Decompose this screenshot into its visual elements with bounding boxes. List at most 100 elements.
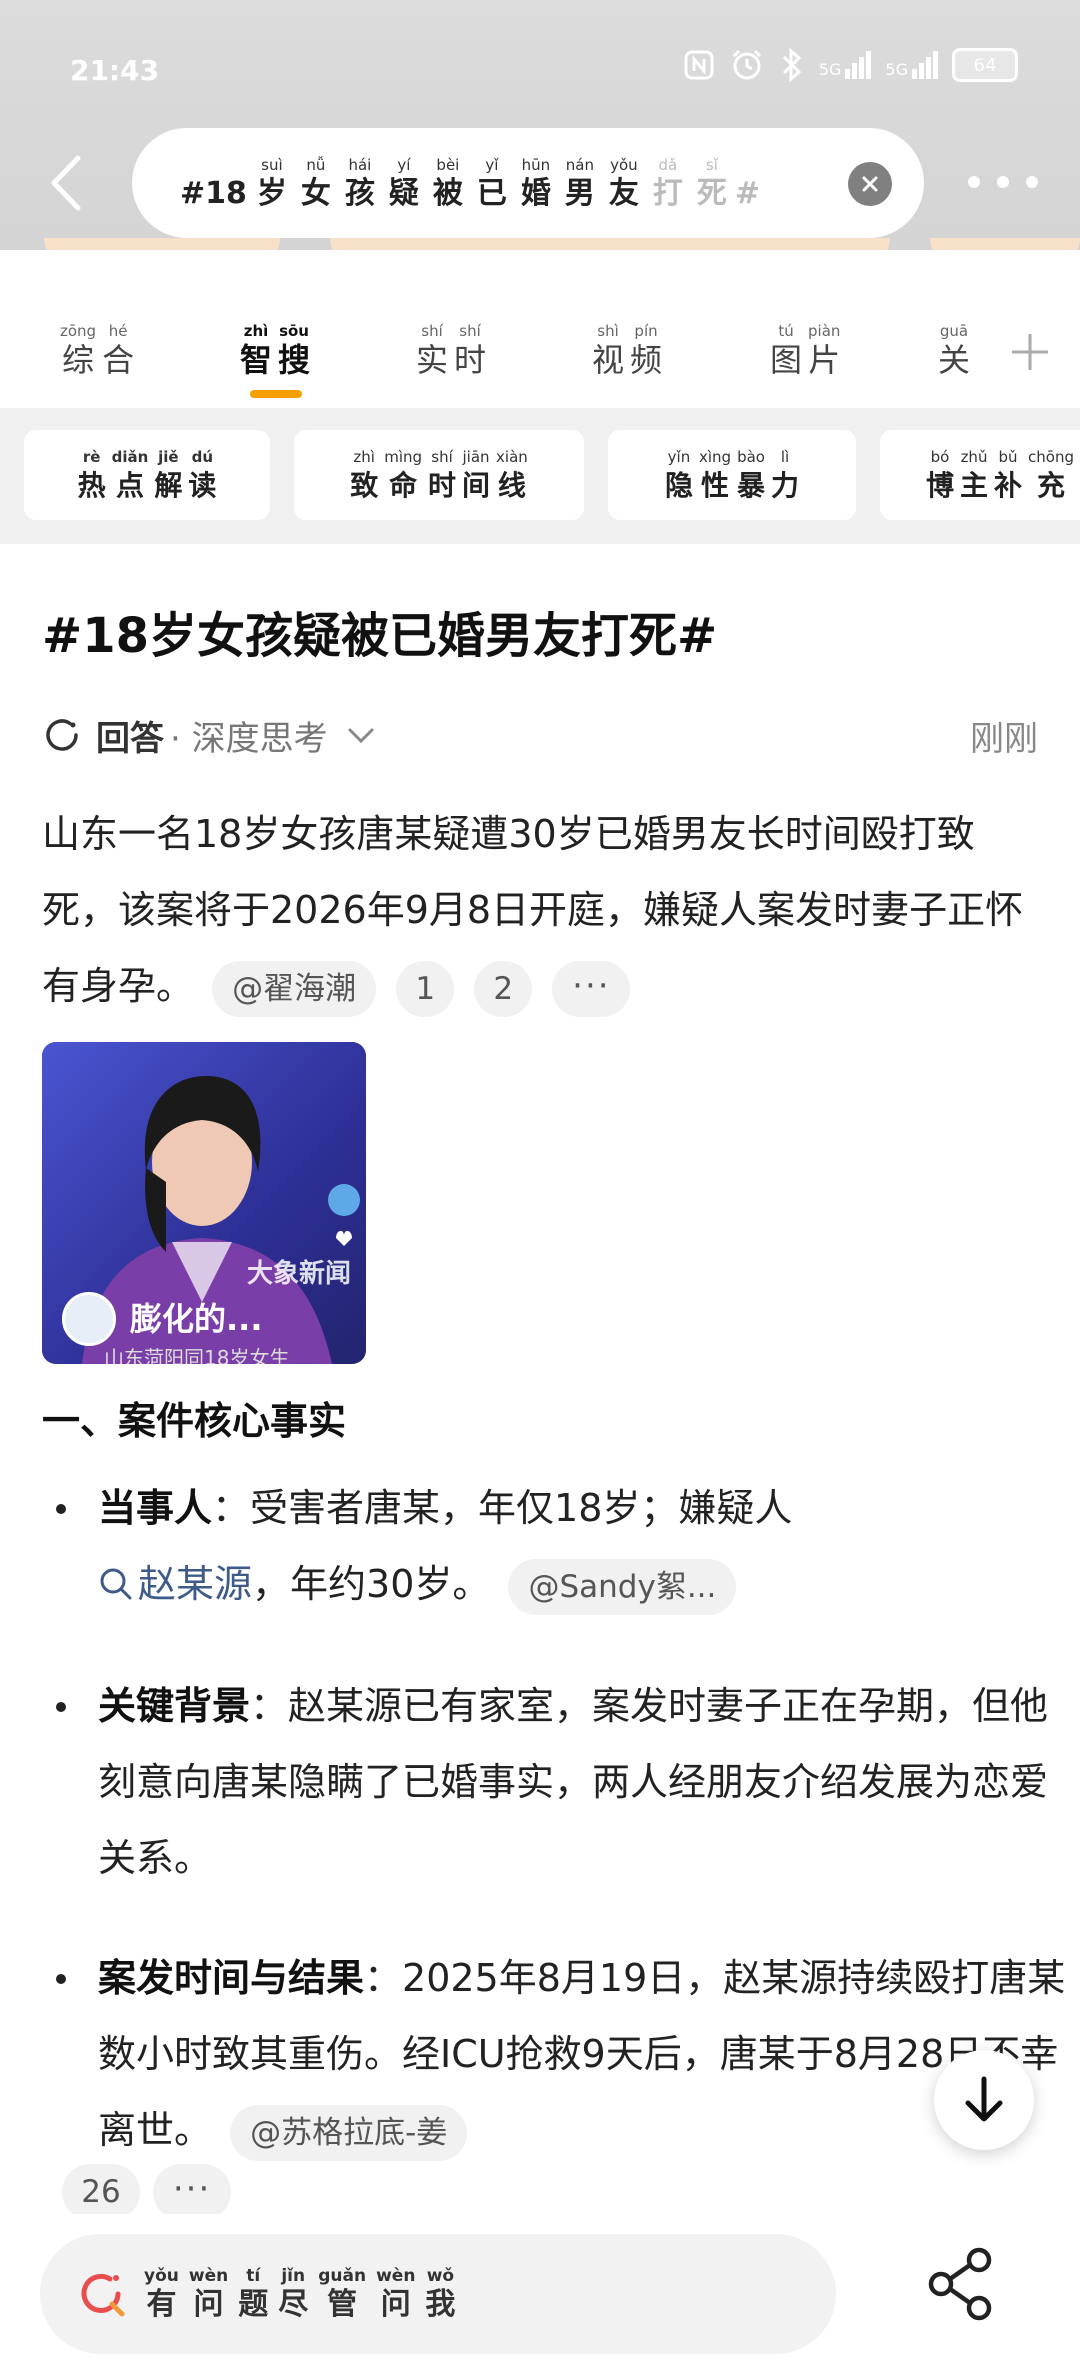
tab-5[interactable]: guā 关	[938, 320, 970, 378]
hanzi: 婚	[520, 176, 551, 211]
back-button[interactable]	[38, 148, 94, 218]
pinyin-annotation: hūn	[521, 156, 551, 174]
hanzi: 点	[115, 469, 144, 502]
hanzi: 已	[476, 176, 507, 211]
search-link[interactable]: 赵某源	[98, 1562, 252, 1606]
list-item-label: 关键背景	[98, 1684, 251, 1728]
tab-3[interactable]: shì 视 pín 频	[592, 320, 662, 378]
citation-pill[interactable]: @Sandy絮...	[508, 1558, 737, 1615]
back-icon	[51, 155, 81, 211]
status-icons: 5G 5G 64	[683, 40, 1018, 90]
chip-char: zhǔ 主	[960, 446, 988, 504]
pinyin-annotation: suì	[261, 156, 283, 174]
hanzi: 孩	[344, 176, 375, 211]
search-char: hūn 婚	[521, 154, 551, 212]
bullet-dot	[56, 1974, 66, 1984]
hanzi: 暴	[737, 469, 766, 502]
hanzi: 致	[350, 469, 379, 502]
search-char: yǐ 已	[477, 154, 507, 212]
clear-search-button[interactable]	[848, 162, 892, 206]
hanzi: 片	[808, 341, 841, 379]
tab-2[interactable]: shí 实 shí 时	[416, 320, 486, 378]
video-subcaption: 山东菏阳同18岁女生	[104, 1346, 290, 1364]
chip-char: xìng 性	[699, 446, 731, 504]
tab-0[interactable]: zōng 综 hé 合	[60, 320, 134, 378]
tab-char: piàn 片	[808, 320, 840, 378]
citation-pill[interactable]: @翟海潮	[212, 960, 377, 1017]
chevron-down-icon[interactable]	[344, 718, 378, 752]
plus-icon	[1012, 334, 1048, 370]
hanzi: 管	[327, 2287, 358, 2322]
pinyin-annotation: zhì	[243, 322, 269, 340]
pinyin-annotation: wèn	[376, 2266, 416, 2286]
reference-pill[interactable]: 2	[474, 960, 533, 1017]
tab-4[interactable]: tú 图 piàn 片	[770, 320, 840, 378]
hanzi: 线	[497, 469, 526, 502]
pinyin-annotation: rè	[82, 448, 101, 466]
page-title: #18岁女孩疑被已婚男友打死#	[42, 608, 718, 664]
pinyin-annotation: guā	[939, 322, 969, 340]
hanzi: 间	[462, 469, 491, 502]
hanzi: 尽	[278, 2287, 309, 2322]
reference-pill[interactable]: 26	[62, 2164, 140, 2220]
topic-chip-3[interactable]: bó 博 zhǔ 主 bǔ 补 chōng 充	[880, 430, 1080, 520]
share-button[interactable]	[918, 2234, 1004, 2334]
answer-mode-dropdown[interactable]: · 深度思考	[170, 711, 328, 760]
search-query-prefix: #18	[180, 176, 247, 211]
topic-chip-2[interactable]: yǐn 隐 xìng 性 bào 暴 lì 力	[608, 430, 856, 520]
hanzi: 搜	[278, 341, 311, 379]
signal-icon: 5G	[819, 51, 872, 79]
hanzi: 有	[146, 2287, 177, 2322]
ask-char: yǒu 有	[144, 2265, 179, 2323]
topic-chip-0[interactable]: rè 热 diǎn 点 jiě 解 dú 读	[24, 430, 270, 520]
tab-1[interactable]: zhì 智 sōu 搜	[240, 320, 310, 378]
tab-char: guā 关	[938, 320, 970, 378]
chip-char: diǎn 点	[112, 446, 149, 504]
pinyin-annotation: bào	[737, 448, 765, 466]
video-thumbnail[interactable]: 大象新闻 膨化的... 山东菏阳同18岁女生	[42, 1042, 366, 1364]
pinyin-annotation: jǐn	[281, 2266, 306, 2286]
pinyin-annotation: shí	[459, 322, 481, 340]
scroll-to-bottom-button[interactable]	[934, 2050, 1034, 2150]
reference-pill[interactable]: 1	[396, 960, 455, 1017]
hanzi: 时	[428, 469, 457, 502]
hanzi: 读	[188, 469, 217, 502]
pinyin-annotation: yǒu	[610, 156, 638, 174]
more-icon	[968, 176, 980, 188]
pinyin-annotation: nǚ	[306, 156, 326, 174]
add-tab-button[interactable]	[1000, 322, 1060, 382]
ask-char: tí 题	[238, 2265, 268, 2323]
hanzi: 关	[938, 341, 971, 379]
chip-char: rè 热	[78, 446, 106, 504]
search-icon	[100, 1568, 132, 1600]
hanzi: 死	[696, 176, 727, 211]
more-references-button[interactable]: ···	[153, 2164, 232, 2220]
search-query-chars: suì 岁 nǚ 女 hái 孩 yí 疑 bèi 被 yǐ 已 hūn 婚 nán 男 yǒu 友 dǎ 打 sǐ 死	[257, 154, 727, 212]
list-item-label: 案发时间与结果	[98, 1956, 365, 2000]
pinyin-annotation: yǐ	[485, 156, 499, 174]
more-button[interactable]	[968, 162, 1038, 202]
search-bar[interactable]: #18 suì 岁 nǚ 女 hái 孩 yí 疑 bèi 被 yǐ 已 hūn 婚 nán 男 yǒu 友 dǎ 打…	[132, 128, 924, 238]
section-heading: 一、案件核心事实	[42, 1399, 347, 1443]
tab-char: shí 时	[454, 320, 486, 378]
search-char: sǐ 死	[697, 154, 727, 212]
pinyin-annotation: xìng	[698, 448, 732, 466]
pinyin-annotation: yǒu	[144, 2266, 179, 2286]
chip-char: jiān 间	[462, 446, 490, 504]
citation-pill[interactable]: @苏格拉底-姜	[230, 2104, 468, 2161]
chip-char: dú 读	[188, 446, 216, 504]
ask-input[interactable]: yǒu 有 wèn 问 tí 题 jǐn 尽 guǎn 管 wèn 问 wǒ 我	[40, 2234, 836, 2354]
more-references-button[interactable]: ···	[552, 960, 631, 1017]
tab-char: tú 图	[770, 320, 802, 378]
topic-chip-1[interactable]: zhì 致 mìng 命 shí 时 jiān 间 xiàn 线	[294, 430, 584, 520]
hanzi: 热	[77, 469, 106, 502]
pinyin-annotation: lì	[780, 448, 790, 466]
tab-bar: zōng 综 hé 合 zhì 智 sōu 搜 shí 实 shí 时 shì 视 pín 频 tú 图 piàn 片…	[0, 250, 1080, 408]
pinyin-annotation: shí	[421, 322, 443, 340]
hanzi: 男	[564, 176, 595, 211]
chip-char: lì 力	[771, 446, 799, 504]
list-item-label: 当事人	[98, 1486, 213, 1530]
list-item-body: ：受害者唐某，年仅18岁；嫌疑人	[212, 1486, 793, 1530]
bullet-dot	[56, 1702, 66, 1712]
pinyin-annotation: diǎn	[111, 448, 149, 466]
